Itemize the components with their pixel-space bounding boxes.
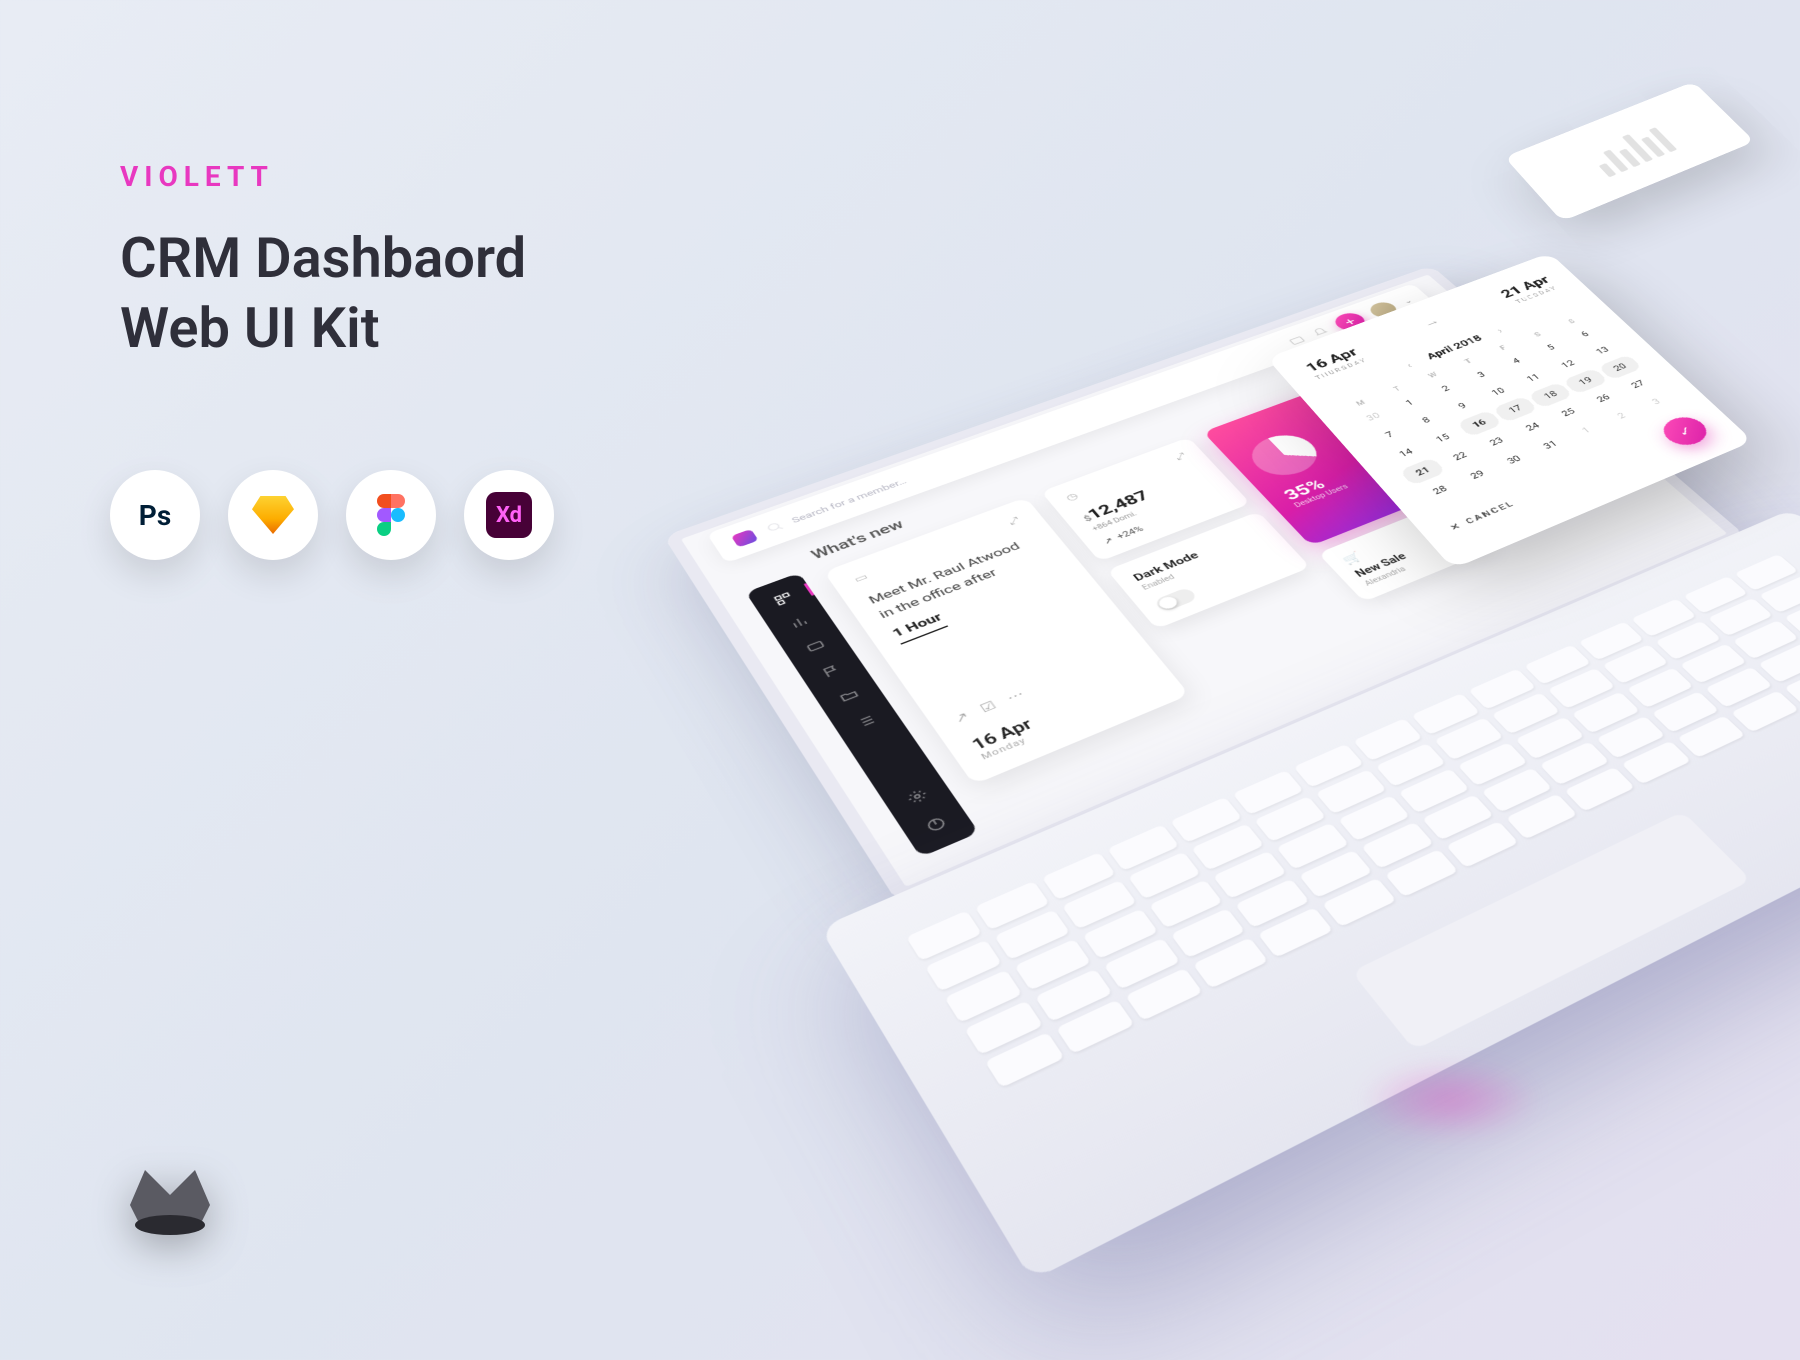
card-category-icon: ▭ [852, 572, 870, 585]
xd-icon: Xd [464, 470, 554, 560]
promo-title: CRM Dashbaord Web UI Kit [120, 223, 526, 363]
sidebar-dashboard-icon[interactable] [771, 590, 797, 608]
app-logo-icon [731, 529, 759, 548]
confirm-button[interactable]: ✓ [1656, 412, 1715, 450]
mini-chart-card[interactable] [1504, 82, 1754, 222]
expand-icon[interactable]: ⤢ [1007, 515, 1023, 527]
expand-icon[interactable]: ⤢ [1173, 451, 1189, 462]
brand-label: VIOLETT [120, 160, 526, 193]
clock-icon: ◷ [1064, 491, 1081, 503]
cancel-button[interactable]: ✕CANCEL [1448, 499, 1516, 532]
sidebar-list-icon[interactable] [853, 711, 881, 731]
reminder-date: 16 Apr Monday [968, 668, 1159, 762]
check-icon[interactable]: ☑ [977, 698, 999, 715]
close-icon: ✕ [1448, 521, 1464, 532]
trend-up-icon: ↗ [1101, 536, 1116, 547]
calendar-to-date: 21 Apr TUESDAY [1497, 273, 1559, 306]
sidebar-folder-icon[interactable] [835, 686, 862, 706]
tool-icons: Ps Xd [110, 470, 554, 560]
sidebar-settings-icon[interactable] [903, 786, 932, 807]
figma-icon [346, 470, 436, 560]
trackpad [1351, 811, 1751, 1050]
sidebar-flag-icon[interactable] [819, 661, 846, 680]
reminder-text: Meet Mr. Raul Atwood in the office after… [865, 533, 1068, 645]
sketch-icon [228, 470, 318, 560]
sidebar-analytics-icon[interactable] [786, 613, 812, 631]
prev-month-button[interactable]: ‹ [1404, 361, 1414, 370]
sidebar-power-icon[interactable] [922, 814, 951, 836]
bar-chart-icon [1583, 122, 1678, 178]
share-icon[interactable]: ↗ [951, 709, 972, 726]
sidebar-wallet-icon[interactable] [802, 637, 829, 656]
glow-decoration [1360, 1060, 1540, 1140]
more-icon[interactable]: ⋯ [1003, 687, 1027, 704]
photoshop-icon: Ps [110, 470, 200, 560]
search-icon [764, 520, 787, 535]
next-month-button[interactable]: › [1494, 326, 1505, 335]
darkmode-toggle[interactable] [1153, 587, 1198, 613]
crown-logo-icon [120, 1150, 220, 1240]
calendar-from-date: 16 Apr THURSDAY [1303, 345, 1369, 381]
arrow-right-icon: → [1419, 314, 1443, 330]
